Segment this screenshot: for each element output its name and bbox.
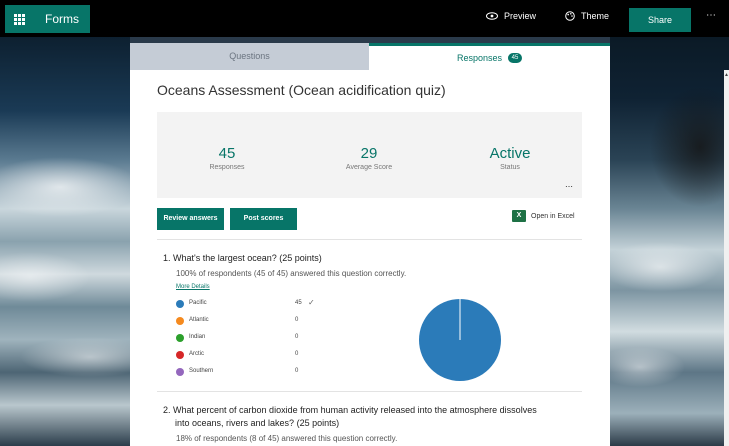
question-2-title-line-2: into oceans, rivers and lakes? (25 point… [175,418,340,428]
excel-icon: X [512,210,526,222]
option-label: Indian [189,334,206,340]
more-details-link[interactable]: More Details [176,284,210,290]
app-launcher-button[interactable] [5,5,33,33]
app-name[interactable]: Forms [33,5,90,33]
responses-stat: 45 Responses [167,145,287,171]
response-summary-panel: 45 Responses 29 Average Score Active Sta… [157,112,582,198]
question-2-title-line-1: 2. What percent of carbon dioxide from h… [163,405,537,415]
waffle-icon [13,13,25,25]
option-color-dot [176,334,184,342]
question-1-title: 1. What's the largest ocean? (25 points) [163,253,322,263]
preview-button[interactable]: Preview [486,11,536,21]
more-options-icon[interactable]: ⋯ [706,10,717,21]
divider [157,391,582,392]
option-color-dot [176,368,184,376]
status-stat: Active Status [450,145,570,171]
tab-responses[interactable]: Responses 45 [369,43,610,70]
option-row: Southern 0 [176,367,316,377]
divider [157,239,582,240]
form-tabs: Questions Responses 45 [130,43,610,70]
post-scores-button[interactable]: Post scores [230,208,297,230]
average-score-label: Average Score [345,164,393,171]
option-label: Pacific [189,300,207,306]
review-answers-button[interactable]: Review answers [157,208,224,230]
background-right-panel [610,37,729,446]
status-value: Active [489,145,531,162]
option-label: Arctic [189,351,204,357]
question-2-title: 2. What percent of carbon dioxide from h… [163,404,537,430]
option-label: Atlantic [189,317,209,323]
option-color-dot [176,351,184,359]
share-button[interactable]: Share [629,8,691,32]
average-score-stat: 29 Average Score [309,145,429,171]
form-card: Questions Responses 45 Oceans Assessment… [130,43,610,446]
question-1-pie-chart [419,299,501,381]
theme-label: Theme [581,11,610,21]
open-in-excel-label: Open in Excel [531,212,575,220]
correct-check-icon: ✓ [308,298,315,307]
option-row: Arctic 0 [176,350,316,360]
average-score-value: 29 [360,145,378,162]
theme-button[interactable]: Theme [565,11,609,21]
option-count: 0 [295,317,299,323]
eye-icon [486,12,498,20]
preview-label: Preview [504,11,537,21]
background-left-panel [0,37,130,446]
option-count: 0 [295,368,299,374]
option-row: Atlantic 0 [176,316,316,326]
status-label: Status [500,164,520,171]
option-count: 45 [295,300,302,306]
question-1-summary: 100% of respondents (45 of 45) answered … [176,269,407,278]
option-label: Southern [189,368,214,374]
responses-label: Responses [209,164,245,171]
option-count: 0 [295,334,299,340]
open-in-excel-button[interactable]: X Open in Excel [512,210,575,222]
question-2-summary: 18% of respondents (8 of 45) answered th… [176,434,398,443]
option-color-dot [176,300,184,308]
palette-icon [565,11,575,21]
scroll-up-icon[interactable]: ▲ [724,72,729,78]
responses-count-badge: 45 [508,53,523,63]
form-title: Oceans Assessment (Ocean acidification q… [157,82,446,98]
tab-questions[interactable]: Questions [130,43,369,70]
top-bar: Forms Preview Theme Share ⋯ [0,0,729,37]
responses-value: 45 [218,145,236,162]
tab-responses-label: Responses [456,53,503,63]
summary-more-icon[interactable]: ⋯ [565,182,574,191]
option-count: 0 [295,351,299,357]
option-row: Pacific 45 ✓ [176,298,316,309]
option-color-dot [176,317,184,325]
option-row: Indian 0 [176,333,316,343]
page-scrollbar[interactable] [724,70,729,446]
